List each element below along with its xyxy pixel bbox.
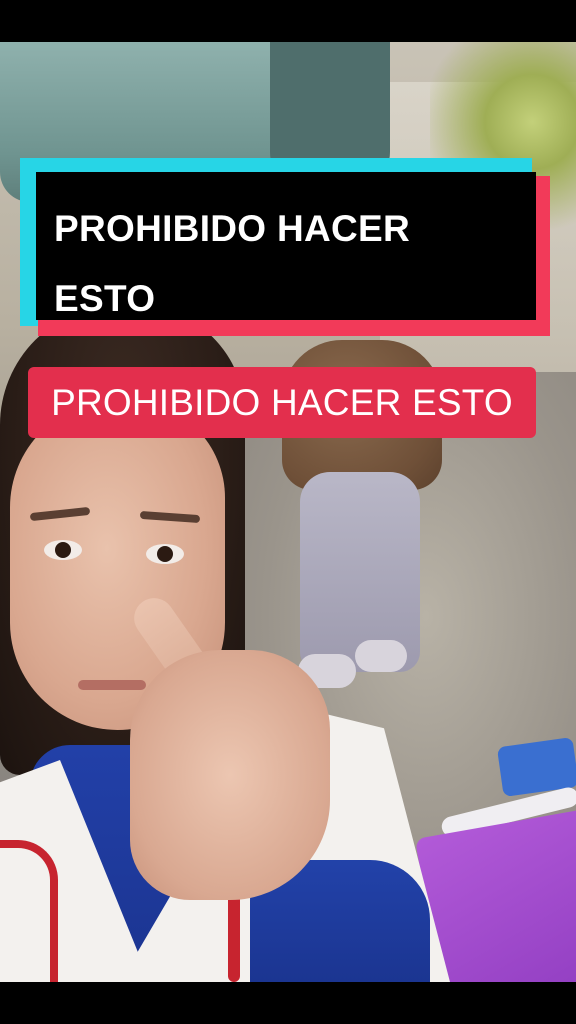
toddler-pants <box>300 472 420 672</box>
eye <box>146 544 184 564</box>
primary-caption: PROHIBIDO HACER ESTO <box>20 158 550 336</box>
caption-text: PROHIBIDO HACER ESTO <box>54 194 524 334</box>
secondary-caption: PROHIBIDO HACER ESTO <box>28 367 536 438</box>
presenter-hand <box>130 650 330 900</box>
caption-box: PROHIBIDO HACER ESTO <box>36 172 536 320</box>
secondary-caption-text: PROHIBIDO HACER ESTO <box>51 382 513 423</box>
caption-line-1: PROHIBIDO HACER <box>54 208 411 249</box>
toddler-shoe <box>355 640 407 672</box>
eye <box>44 540 82 560</box>
top-letterbox <box>0 0 576 42</box>
mouth <box>78 680 146 690</box>
caption-line-2: ESTO <box>54 278 156 319</box>
stethoscope <box>0 840 58 988</box>
bottom-letterbox <box>0 982 576 1024</box>
